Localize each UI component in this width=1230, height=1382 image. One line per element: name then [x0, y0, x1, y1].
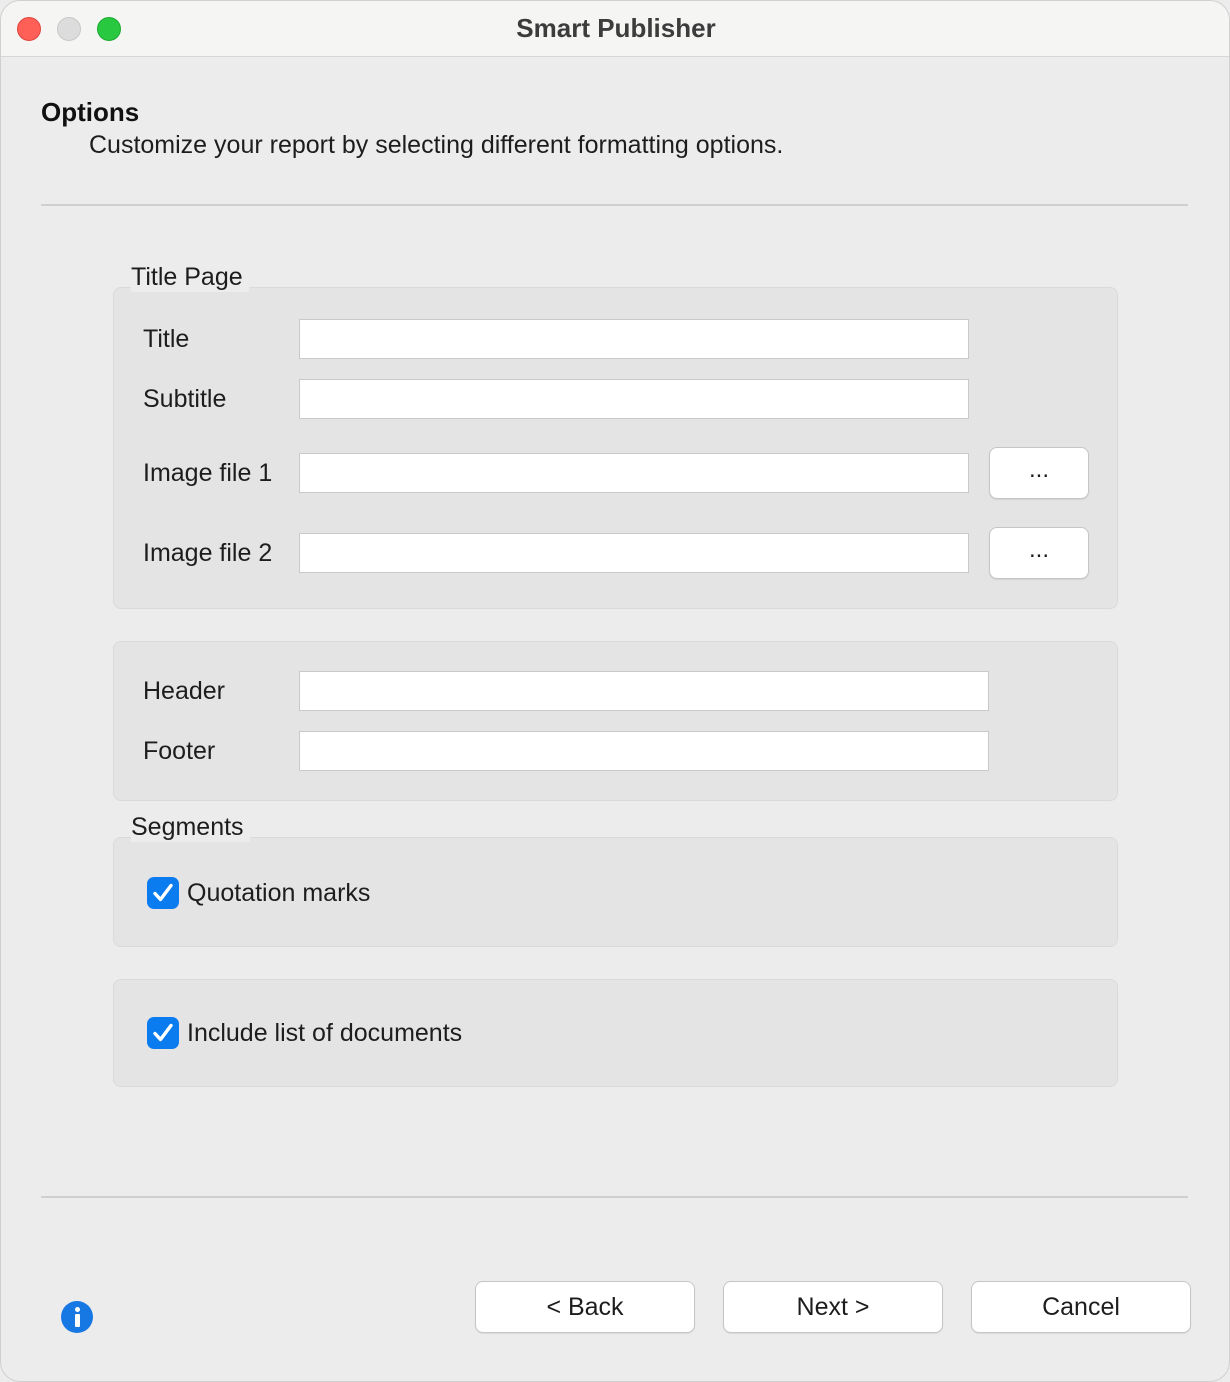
page-title: Options	[41, 97, 140, 127]
subtitle-input[interactable]	[299, 379, 969, 419]
image-file-1-input[interactable]	[299, 453, 969, 493]
include-list-of-documents-checkbox[interactable]	[147, 1017, 179, 1049]
title-label: Title	[143, 325, 190, 353]
footer-input[interactable]	[299, 731, 989, 771]
back-button[interactable]: < Back	[475, 1281, 695, 1333]
header-label: Header	[143, 677, 225, 705]
quotation-marks-checkbox[interactable]	[147, 877, 179, 909]
window-title: Smart Publisher	[516, 13, 716, 43]
browse-image-file-2-button[interactable]: ...	[989, 527, 1089, 579]
subtitle-label: Subtitle	[143, 385, 227, 413]
quotation-marks-label[interactable]: Quotation marks	[187, 879, 370, 908]
title-bar: Smart Publisher	[1, 1, 1229, 57]
browse-image-file-1-button[interactable]: ...	[989, 447, 1089, 499]
smart-publisher-window: Smart Publisher Options Customize your r…	[0, 0, 1230, 1382]
footer-label: Footer	[143, 737, 216, 765]
segments-group-label: Segments	[131, 813, 250, 842]
image-file-2-input[interactable]	[299, 533, 969, 573]
bottom-divider	[41, 1196, 1188, 1198]
page-description: Customize your report by selecting diffe…	[89, 131, 784, 159]
title-input[interactable]	[299, 319, 969, 359]
header-footer-group	[113, 641, 1118, 801]
checkmark-icon	[153, 1023, 173, 1042]
include-list-of-documents-label[interactable]: Include list of documents	[187, 1019, 462, 1048]
cancel-button[interactable]: Cancel	[971, 1281, 1191, 1333]
title-page-group-label: Title Page	[131, 263, 249, 292]
header-input[interactable]	[299, 671, 989, 711]
top-divider	[41, 204, 1188, 206]
next-button[interactable]: Next >	[723, 1281, 943, 1333]
image-file-1-label: Image file 1	[143, 459, 273, 487]
image-file-2-label: Image file 2	[143, 539, 273, 567]
checkmark-icon	[153, 883, 173, 902]
info-icon[interactable]	[61, 1301, 93, 1333]
